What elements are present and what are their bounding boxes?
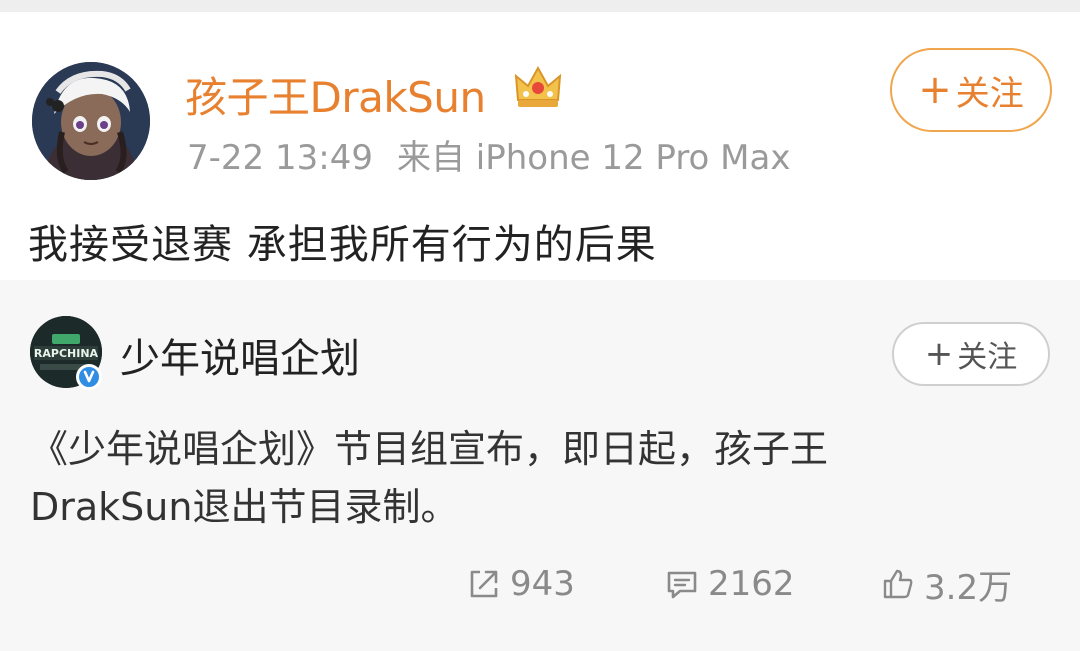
repost-text-line-2: DrakSun退出节目录制。 (30, 485, 459, 529)
like-action[interactable]: 3.2万 (880, 560, 1012, 608)
share-action[interactable]: 943 (466, 560, 575, 608)
like-count: 3.2万 (924, 567, 1013, 608)
repost-follow-button[interactable]: + 关注 (892, 322, 1050, 386)
comment-action[interactable]: 2162 (664, 560, 795, 608)
repost-text-line-1: 《少年说唱企划》节目组宣布，即日起，孩子王 (30, 427, 829, 471)
verified-badge-icon (76, 364, 102, 390)
reposted-card[interactable]: RAPCHINA 少年说唱企划 + 关注 《少年说唱企划》节目组宣布，即日起，孩… (0, 280, 1080, 651)
post-meta: 7-22 13:49 来自 iPhone 12 Pro Max (187, 130, 790, 179)
repost-content: 《少年说唱企划》节目组宣布，即日起，孩子王 DrakSun退出节目录制。 (30, 420, 1030, 536)
repost-account-name[interactable]: 少年说唱企划 (120, 326, 360, 384)
user-avatar[interactable] (32, 62, 150, 180)
follow-label: 关注 (955, 73, 1024, 114)
plus-icon: + (918, 67, 952, 113)
share-count: 943 (510, 564, 575, 604)
top-divider (0, 0, 1080, 12)
original-post: 孩子王DrakSun 7-22 13:49 来自 iPhone 12 Pro Ma… (0, 12, 1080, 280)
comment-icon (667, 571, 697, 599)
crown-icon (514, 65, 562, 107)
post-time: 7-22 13:49 (187, 138, 373, 178)
follow-label: 关注 (957, 340, 1018, 375)
post-content: 我接受退赛 承担我所有行为的后果 (28, 222, 657, 268)
post-source[interactable]: 来自 iPhone 12 Pro Max (397, 138, 791, 178)
username[interactable]: 孩子王DrakSun (185, 64, 486, 125)
cartoon-avatar-icon (32, 62, 150, 180)
plus-icon: + (924, 334, 954, 374)
share-icon (470, 570, 498, 598)
thumbs-up-icon (883, 569, 913, 599)
comment-count: 2162 (708, 564, 795, 604)
follow-button[interactable]: + 关注 (890, 48, 1052, 132)
svg-text:RAPCHINA: RAPCHINA (34, 347, 99, 360)
